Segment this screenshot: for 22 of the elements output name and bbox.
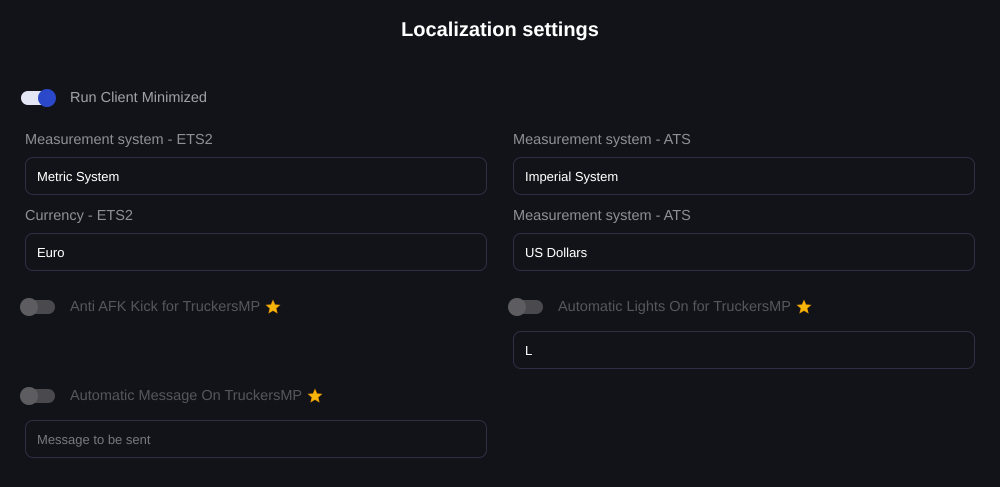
toggle-label: Run Client Minimized <box>70 90 207 106</box>
input-field[interactable]: Euro <box>25 233 487 271</box>
input-field[interactable]: Imperial System <box>513 157 975 195</box>
input-field[interactable]: Message to be sent <box>25 420 487 458</box>
field-label: Measurement system - ETS2 <box>25 132 214 148</box>
page-title: Localization settings <box>400 18 600 43</box>
star-icon <box>796 299 812 315</box>
toggle-switch[interactable] <box>21 389 55 403</box>
input-field[interactable]: US Dollars <box>513 233 975 271</box>
toggle-switch[interactable] <box>21 91 55 105</box>
field-label: Currency - ETS2 <box>25 208 134 224</box>
field-label: Measurement system - ATS <box>513 132 692 148</box>
star-icon <box>307 388 324 404</box>
star-icon <box>265 299 282 315</box>
toggle-switch[interactable] <box>21 300 55 314</box>
input-field[interactable]: L <box>513 331 975 369</box>
field-label: Measurement system - ATS <box>513 208 692 224</box>
toggle-label: Automatic Message On TruckersMP <box>70 388 302 404</box>
toggle-label: Anti AFK Kick for TruckersMP <box>70 299 260 315</box>
input-field[interactable]: Metric System <box>25 157 487 195</box>
toggle-label: Automatic Lights On for TruckersMP <box>558 299 791 315</box>
toggle-switch[interactable] <box>509 300 543 314</box>
